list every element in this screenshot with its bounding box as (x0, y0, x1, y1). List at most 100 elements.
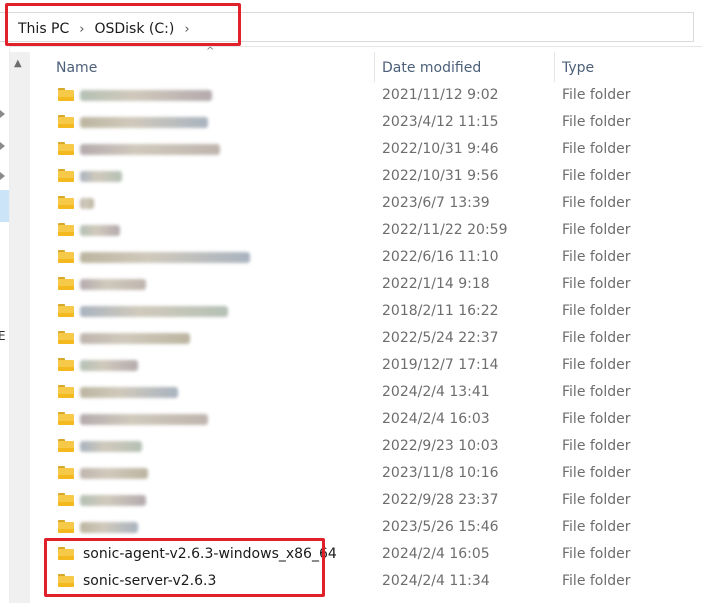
table-row[interactable]: 2024/2/4 13:41 File folder (40, 379, 702, 406)
redacted-name (80, 252, 250, 263)
column-divider[interactable] (554, 52, 555, 82)
file-type: File folder (562, 87, 631, 103)
redacted-name (80, 360, 138, 371)
redacted-name (80, 279, 146, 290)
file-name[interactable]: sonic-agent-v2.6.3-windows_x86_64 (83, 546, 337, 562)
column-divider[interactable] (374, 52, 375, 82)
file-type: File folder (562, 249, 631, 265)
file-type: File folder (562, 195, 631, 211)
navigation-selected-item[interactable] (0, 190, 9, 222)
table-row[interactable]: 2022/5/24 22:37 File folder (40, 325, 702, 352)
folder-icon (58, 412, 74, 425)
navigation-item-clipped: E (0, 329, 6, 343)
table-row[interactable]: 2023/11/8 10:16 File folder (40, 460, 702, 487)
folder-icon (58, 196, 74, 209)
table-row[interactable]: 2022/9/28 23:37 File folder (40, 487, 702, 514)
table-row[interactable]: 2022/1/14 9:18 File folder (40, 271, 702, 298)
table-row[interactable]: 2022/9/23 10:03 File folder (40, 433, 702, 460)
table-row[interactable]: 2018/2/11 16:22 File folder (40, 298, 702, 325)
redacted-name (80, 117, 208, 128)
file-type: File folder (562, 411, 631, 427)
folder-icon (58, 520, 74, 533)
chevron-right-icon[interactable]: › (176, 22, 197, 37)
date-modified: 2022/9/28 23:37 (382, 492, 499, 508)
folder-icon (58, 439, 74, 452)
folder-icon (58, 385, 74, 398)
date-modified: 2022/1/14 9:18 (382, 276, 490, 292)
column-header-name[interactable]: Name (56, 60, 97, 76)
date-modified: 2024/2/4 16:05 (382, 546, 490, 562)
folder-icon (58, 358, 74, 371)
file-type: File folder (562, 276, 631, 292)
folder-icon (58, 250, 74, 263)
date-modified: 2022/6/16 11:10 (382, 249, 499, 265)
redacted-name (80, 387, 178, 398)
folder-icon (58, 547, 74, 560)
folder-icon (58, 574, 74, 587)
scrollbar[interactable]: ▲ (10, 52, 30, 603)
table-row[interactable]: 2022/6/16 11:10 File folder (40, 244, 702, 271)
table-row[interactable]: 2022/10/31 9:56 File folder (40, 163, 702, 190)
breadcrumb-this-pc[interactable]: This PC (16, 21, 71, 37)
date-modified: 2021/11/12 9:02 (382, 87, 499, 103)
table-row[interactable]: 2023/5/26 15:46 File folder (40, 514, 702, 541)
date-modified: 2024/2/4 13:41 (382, 384, 490, 400)
breadcrumb: This PC › OSDisk (C:) › (16, 18, 198, 40)
table-row[interactable]: 2023/6/7 13:39 File folder (40, 190, 702, 217)
table-row[interactable]: 2024/2/4 16:03 File folder (40, 406, 702, 433)
redacted-name (80, 225, 120, 236)
column-header-type[interactable]: Type (562, 60, 594, 76)
table-row[interactable]: 2022/11/22 20:59 File folder (40, 217, 702, 244)
date-modified: 2023/5/26 15:46 (382, 519, 499, 535)
redacted-name (80, 414, 208, 425)
file-type: File folder (562, 114, 631, 130)
file-type: File folder (562, 573, 631, 589)
file-type: File folder (562, 492, 631, 508)
date-modified: 2022/5/24 22:37 (382, 330, 499, 346)
table-row[interactable]: sonic-agent-v2.6.3-windows_x86_64 2024/2/… (40, 541, 702, 568)
table-row[interactable]: 2021/11/12 9:02 File folder (40, 82, 702, 109)
folder-icon (58, 304, 74, 317)
redacted-name (80, 468, 148, 479)
file-type: File folder (562, 438, 631, 454)
folder-icon (58, 277, 74, 290)
table-row[interactable]: 2023/4/12 11:15 File folder (40, 109, 702, 136)
folder-icon (58, 142, 74, 155)
sort-up-icon: ^ (206, 46, 215, 57)
navigation-pane: E (0, 46, 9, 603)
date-modified: 2022/10/31 9:46 (382, 141, 499, 157)
redacted-name (80, 171, 122, 182)
scroll-up-icon[interactable]: ▲ (14, 58, 22, 69)
redacted-name (80, 144, 220, 155)
file-type: File folder (562, 357, 631, 373)
date-modified: 2018/2/11 16:22 (382, 303, 499, 319)
redacted-name (80, 333, 190, 344)
address-bar[interactable]: This PC › OSDisk (C:) › (0, 0, 702, 47)
folder-icon (58, 466, 74, 479)
date-modified: 2019/12/7 17:14 (382, 357, 499, 373)
breadcrumb-osdisk[interactable]: OSDisk (C:) (92, 21, 176, 37)
expand-arrow-icon[interactable] (0, 142, 5, 150)
date-modified: 2022/10/31 9:56 (382, 168, 499, 184)
date-modified: 2023/11/8 10:16 (382, 465, 499, 481)
date-modified: 2023/6/7 13:39 (382, 195, 490, 211)
redacted-name (80, 198, 94, 209)
file-type: File folder (562, 141, 631, 157)
file-type: File folder (562, 330, 631, 346)
folder-icon (58, 331, 74, 344)
file-type: File folder (562, 519, 631, 535)
expand-arrow-icon[interactable] (0, 172, 5, 180)
expand-arrow-icon[interactable] (0, 110, 5, 118)
file-type: File folder (562, 303, 631, 319)
table-row[interactable]: sonic-server-v2.6.3 2024/2/4 11:34 File fo… (40, 568, 702, 595)
date-modified: 2024/2/4 16:03 (382, 411, 490, 427)
folder-icon (58, 115, 74, 128)
folder-icon (58, 88, 74, 101)
folder-icon (58, 493, 74, 506)
file-type: File folder (562, 546, 631, 562)
column-header-date-modified[interactable]: Date modified (382, 60, 481, 76)
table-row[interactable]: 2019/12/7 17:14 File folder (40, 352, 702, 379)
chevron-right-icon[interactable]: › (71, 22, 92, 37)
file-name[interactable]: sonic-server-v2.6.3 (83, 573, 216, 589)
table-row[interactable]: 2022/10/31 9:46 File folder (40, 136, 702, 163)
